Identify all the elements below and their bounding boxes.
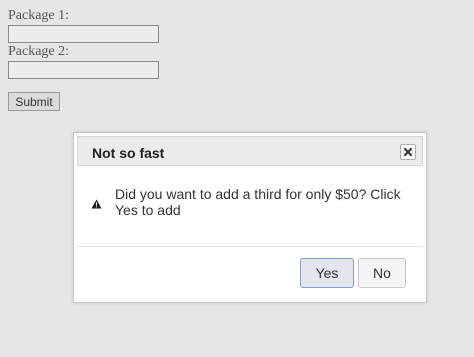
package1-label: Package 1: (8, 8, 70, 23)
dialog-message: Did you want to add a third for only $50… (115, 186, 401, 218)
dialog-title: Not so fast (92, 145, 165, 161)
confirm-dialog: Not so fast Did you want to add a third … (73, 132, 427, 303)
yes-button[interactable]: Yes (300, 258, 354, 288)
close-icon (404, 148, 412, 156)
package1-input[interactable] (8, 25, 159, 43)
package-form: Package 1: Package 2: Submit (8, 8, 159, 111)
dialog-divider (77, 246, 423, 247)
warning-icon (91, 199, 102, 209)
package2-input[interactable] (8, 61, 159, 79)
close-button[interactable] (400, 144, 416, 160)
package2-label: Package 2: (8, 44, 70, 59)
no-button[interactable]: No (358, 258, 406, 288)
submit-button[interactable]: Submit (8, 92, 60, 111)
dialog-header: Not so fast (77, 136, 423, 166)
